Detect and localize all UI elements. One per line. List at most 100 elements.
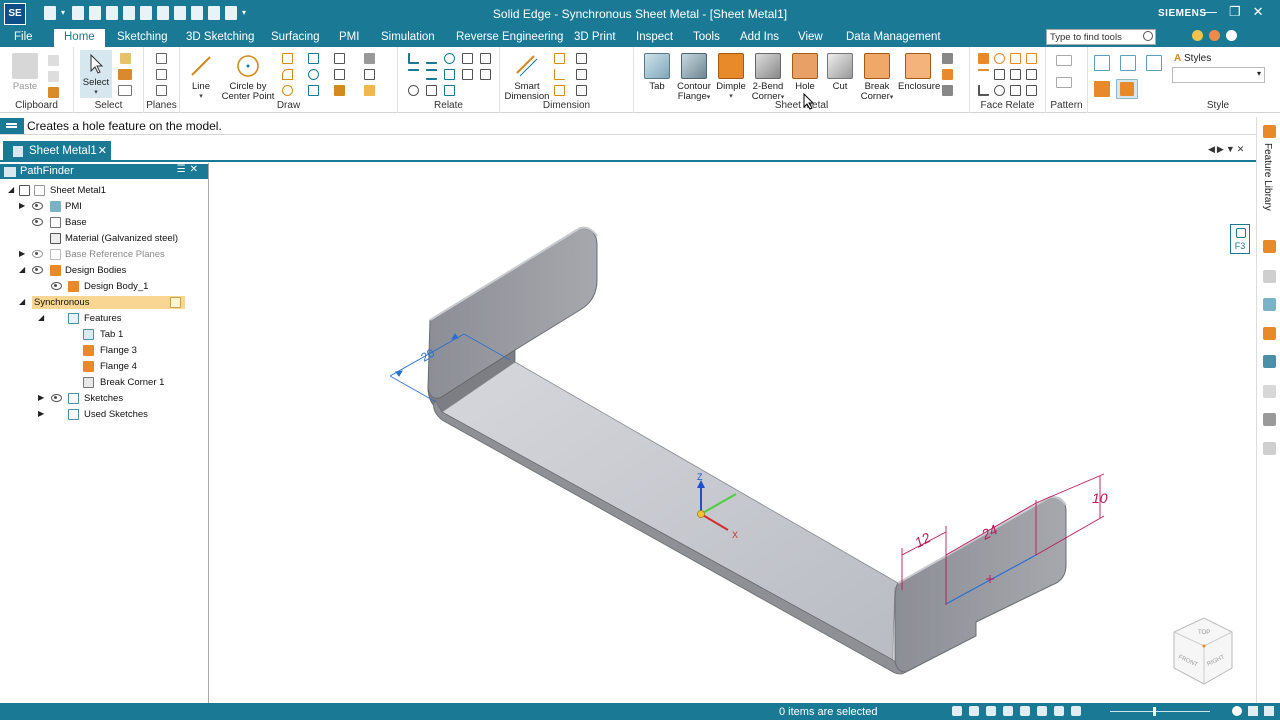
dimension-text[interactable]: 10 [1092, 490, 1108, 506]
circle-center-point-button[interactable]: Circle by Center Point [218, 53, 278, 102]
sketch-view-icon[interactable] [1037, 706, 1047, 716]
fit-icon[interactable] [986, 706, 996, 716]
break-corner-button[interactable]: Break Corner▾ [858, 53, 896, 103]
tab-simulation[interactable]: Simulation [381, 30, 435, 44]
hand-icon[interactable] [120, 53, 131, 64]
select-filter-icon[interactable] [118, 69, 132, 80]
rigid-icon[interactable] [408, 85, 419, 96]
cut-button[interactable]: Cut [824, 53, 856, 92]
minimize-button[interactable]: — [1204, 4, 1217, 20]
ground-icon[interactable] [994, 85, 1005, 96]
tree-item-sketches[interactable]: ▶ Sketches [0, 391, 200, 407]
close-icon[interactable]: ✕ [190, 164, 202, 175]
tab-tools[interactable]: Tools [693, 30, 720, 44]
prev-tab-icon[interactable]: ◀ [1208, 144, 1217, 154]
sheet-metal-more2-icon[interactable] [942, 69, 953, 80]
select-box-icon[interactable] [118, 85, 132, 96]
tree-item-synchronous[interactable]: ◢ Synchronous [0, 295, 200, 311]
symmetric-diameter-icon[interactable] [576, 53, 587, 64]
relate-more-icon[interactable] [480, 53, 491, 64]
dock-icon[interactable] [1263, 385, 1276, 398]
command-finder-lock-button[interactable]: F3 [1230, 224, 1250, 254]
tab-inspect[interactable]: Inspect [636, 30, 673, 44]
feature-library-icon[interactable] [1263, 125, 1276, 138]
zoom-slider-thumb[interactable] [1153, 707, 1156, 716]
dimple-button[interactable]: Dimple ▾ [714, 53, 748, 102]
collapse-icon[interactable]: ◢ [19, 297, 25, 306]
close-button[interactable]: ✕ [1253, 4, 1264, 20]
eye-icon[interactable] [32, 202, 43, 210]
tab-3d-sketching[interactable]: 3D Sketching [186, 30, 254, 44]
panel-menu-icon[interactable]: ☰ [177, 164, 190, 175]
expand-icon[interactable]: ▶ [19, 201, 25, 210]
expand-icon[interactable]: ▶ [38, 409, 44, 418]
dock-icon[interactable] [1263, 240, 1276, 253]
next-tab-icon[interactable]: ▶ [1217, 144, 1226, 154]
tab-add-ins[interactable]: Add Ins [740, 30, 779, 44]
tab-pmi[interactable]: PMI [339, 30, 359, 44]
symmetric-icon[interactable] [462, 69, 473, 80]
smiley-icon[interactable] [1192, 30, 1203, 41]
tree-item-base[interactable]: Base [0, 215, 200, 231]
view-right-icon[interactable] [1146, 55, 1162, 71]
tree-item-break-corner-1[interactable]: Break Corner 1 [0, 375, 200, 391]
connect-icon[interactable] [408, 53, 419, 64]
offset-icon[interactable] [334, 53, 345, 64]
dimension-text[interactable]: 12 [912, 529, 933, 551]
tree-item-features[interactable]: ◢ Features [0, 311, 200, 327]
coplanar-icon[interactable] [978, 53, 989, 64]
coordinate-dimension-icon[interactable] [554, 85, 565, 96]
offset-face-icon[interactable] [1010, 85, 1021, 96]
collapse-icon[interactable]: ◢ [38, 313, 44, 322]
parallel-plane-icon[interactable] [156, 85, 167, 96]
perpendicular-face-icon[interactable] [1010, 69, 1021, 80]
pencil-icon[interactable] [364, 85, 375, 96]
orthogonal-icon[interactable] [978, 85, 989, 96]
model-view[interactable]: 20 12 24 10 Z X TOP FRONT RIGHT [210, 163, 1256, 703]
graphics-viewport[interactable]: 20 12 24 10 Z X TOP FRONT RIGHT [210, 163, 1256, 703]
extend-icon[interactable] [364, 69, 375, 80]
perpendicular-icon[interactable] [408, 69, 419, 80]
two-bend-corner-button[interactable]: 2-Bend Corner▾ [748, 53, 788, 103]
angle-between-icon[interactable] [554, 69, 565, 80]
tab-list-icon[interactable]: ▼ [1226, 144, 1237, 154]
symmetric-face-icon[interactable] [1026, 53, 1037, 64]
contour-flange-button[interactable]: Contour Flange▾ [674, 53, 714, 103]
tab-sketching[interactable]: Sketching [117, 30, 168, 44]
share-icon[interactable] [1264, 706, 1274, 716]
tangent-face-icon[interactable] [1010, 53, 1021, 64]
tree-item-material[interactable]: Material (Galvanized steel) [0, 231, 200, 247]
zoom-area-icon[interactable] [952, 706, 962, 716]
close-icon[interactable]: ✕ [98, 144, 107, 157]
smart-dimension-button[interactable]: Smart Dimension [504, 53, 550, 102]
rigid-face-icon[interactable] [1026, 69, 1037, 80]
expand-icon[interactable]: ▶ [38, 393, 44, 402]
right-flange[interactable] [894, 496, 1067, 673]
eye-hidden-icon[interactable] [32, 250, 43, 258]
dock-icon[interactable] [1263, 327, 1276, 340]
equal-icon[interactable] [426, 69, 437, 80]
dock-icon[interactable] [1263, 413, 1276, 426]
lock-icon[interactable] [426, 85, 437, 96]
tree-item-sheet-metal1[interactable]: ◢ Sheet Metal1 [0, 183, 200, 199]
tab-view[interactable]: View [798, 30, 823, 44]
collapse-icon[interactable]: ◢ [19, 265, 25, 274]
face-relate-more-icon[interactable] [1026, 85, 1037, 96]
tree-item-pmi[interactable]: ▶ PMI [0, 199, 200, 215]
cut-clip-icon[interactable] [48, 55, 59, 66]
concentric-face-icon[interactable] [994, 53, 1005, 64]
expand-icon[interactable]: ▶ [19, 249, 25, 258]
collinear-icon[interactable] [444, 85, 455, 96]
angular-coordinate-icon[interactable] [576, 69, 587, 80]
enclosure-button[interactable]: Enclosure [898, 53, 940, 92]
feature-library-tab[interactable]: Feature Library [1262, 143, 1273, 211]
style-dropdown[interactable]: ▾ [1172, 67, 1265, 83]
tab-3d-print[interactable]: 3D Print [574, 30, 616, 44]
tree-item-base-reference-planes[interactable]: ▶ Base Reference Planes [0, 247, 200, 263]
rectangle-icon[interactable] [282, 53, 293, 64]
tree-item-flange-4[interactable]: Flange 4 [0, 359, 200, 375]
polygon-icon[interactable] [308, 85, 319, 96]
view-cube-top[interactable]: TOP [1198, 630, 1210, 636]
tangent-icon[interactable] [462, 53, 473, 64]
eye-icon[interactable] [51, 394, 62, 402]
